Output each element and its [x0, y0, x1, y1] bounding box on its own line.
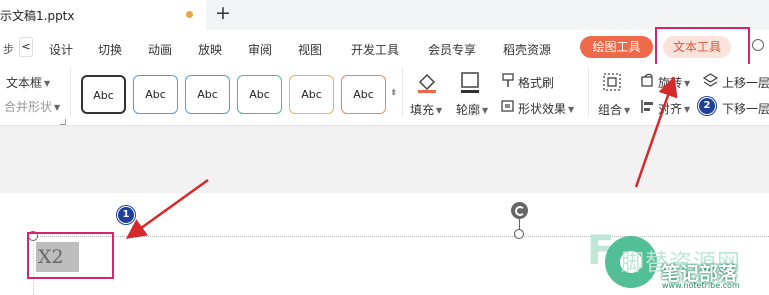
align-label: 对齐 — [658, 102, 683, 116]
document-tab-title[interactable]: 示文稿1.pptx — [0, 7, 75, 24]
chevron-down-icon: ▼ — [482, 106, 489, 115]
chevron-down-icon: ▼ — [624, 106, 631, 115]
group-icon — [603, 73, 621, 91]
chevron-down-icon: ▼ — [684, 105, 691, 114]
tab-drawing-tools[interactable]: 绘图工具 — [580, 36, 653, 58]
chevron-down-icon: ▼ — [54, 103, 61, 112]
format-painter-icon — [502, 73, 514, 87]
shape-style-preset[interactable]: Abc — [237, 75, 282, 114]
shape-style-label: Abc — [197, 88, 218, 101]
align-button[interactable]: 对齐 ▼ — [658, 100, 690, 117]
shape-effects-icon — [501, 100, 514, 112]
group-launcher-icon[interactable] — [60, 119, 66, 125]
rotate-icon — [641, 73, 653, 87]
group-button[interactable]: 组合 ▼ — [598, 101, 630, 118]
chevron-down-icon: ▼ — [684, 79, 691, 88]
shape-style-preset[interactable]: Abc — [133, 75, 178, 114]
tab-review[interactable]: 审阅 — [248, 41, 272, 58]
align-icon — [641, 100, 653, 113]
shape-style-label: Abc — [353, 88, 374, 101]
shape-style-preset[interactable]: Abc — [341, 75, 386, 114]
tab-strip-background — [206, 0, 769, 30]
scroll-tabs-left-button[interactable]: < — [19, 37, 33, 57]
tab-member[interactable]: 会员专享 — [428, 41, 476, 58]
shape-effects-label: 形状效果 — [518, 102, 567, 116]
tab-transitions[interactable]: 切换 — [98, 41, 122, 58]
step-badge-2: 2 — [698, 97, 716, 115]
tab-design[interactable]: 设计 — [49, 41, 73, 58]
resize-handle-top[interactable] — [514, 229, 524, 239]
outline-button[interactable]: 轮廓 ▼ — [456, 101, 488, 118]
search-icon[interactable] — [752, 39, 764, 51]
ribbon-tab-bar: 步 < 设计 切换 动画 放映 审阅 视图 开发工具 会员专享 稻壳资源 绘图工… — [0, 30, 769, 64]
ribbon-tab-partial[interactable]: 步 — [3, 41, 14, 57]
outline-label: 轮廓 — [456, 103, 481, 117]
unsaved-dot-icon — [186, 11, 193, 18]
tab-slideshow[interactable]: 放映 — [198, 41, 222, 58]
shape-style-preset[interactable]: Abc — [81, 75, 126, 114]
bring-forward-icon — [703, 73, 718, 87]
send-backward-button[interactable]: 下移一层 — [722, 100, 769, 117]
tab-developer[interactable]: 开发工具 — [351, 41, 399, 58]
fill-label: 填充 — [410, 103, 435, 117]
fill-bucket-icon — [418, 73, 436, 93]
outline-icon — [461, 72, 479, 93]
watermark-url: www.notetribe.com — [662, 281, 740, 290]
shape-style-preset[interactable]: Abc — [185, 75, 230, 114]
fill-button[interactable]: 填充 ▼ — [410, 101, 442, 118]
text-box-label: 文本框 — [6, 76, 43, 90]
ribbon-toolbar: 文本框 ▼ 合并形状 ▼ Abc Abc Abc Abc Abc Abc ⇟ 填充 ▼… — [0, 64, 769, 126]
shape-style-label: Abc — [145, 88, 166, 101]
divider — [70, 68, 71, 116]
text-box-button[interactable]: 文本框 ▼ — [6, 74, 50, 91]
format-painter-button[interactable]: 格式刷 — [518, 74, 554, 91]
rotate-label: 旋转 — [658, 76, 683, 90]
divider — [402, 68, 403, 116]
tab-view[interactable]: 视图 — [298, 41, 322, 58]
highlight-box-selected-text — [27, 232, 114, 279]
merge-shapes-label: 合并形状 — [4, 100, 53, 114]
chevron-down-icon: ▼ — [436, 106, 443, 115]
step-badge-1: 1 — [117, 206, 135, 224]
tab-docer-resources[interactable]: 稻壳资源 — [503, 41, 551, 58]
textbox-selection-border — [33, 236, 769, 237]
title-bar: 示文稿1.pptx + — [0, 0, 769, 30]
shape-effects-button[interactable]: 形状效果 ▼ — [518, 100, 574, 117]
more-styles-icon[interactable]: ⇟ — [390, 88, 398, 98]
new-tab-button[interactable]: + — [215, 2, 231, 24]
shape-style-label: Abc — [249, 88, 270, 101]
document-tab[interactable]: 示文稿1.pptx — [0, 0, 206, 30]
shape-style-preset[interactable]: Abc — [289, 75, 334, 114]
merge-shapes-button[interactable]: 合并形状 ▼ — [4, 98, 60, 115]
tab-animations[interactable]: 动画 — [148, 41, 172, 58]
shape-style-label: Abc — [301, 88, 322, 101]
chevron-down-icon: ▼ — [568, 105, 575, 114]
rotate-button[interactable]: 旋转 ▼ — [658, 74, 690, 91]
divider — [588, 68, 589, 116]
rotate-handle-stem — [519, 219, 520, 229]
bring-forward-button[interactable]: 上移一层 — [722, 74, 769, 91]
rotate-handle-icon[interactable] — [511, 202, 528, 219]
group-label: 组合 — [598, 103, 623, 117]
chevron-down-icon: ▼ — [44, 79, 51, 88]
shape-style-label: Abc — [93, 89, 114, 102]
